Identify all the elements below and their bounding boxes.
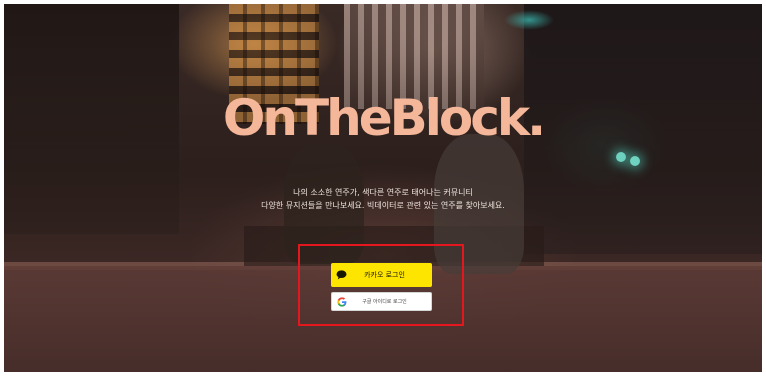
brand-logo: OnTheBlock. [222, 89, 546, 147]
tagline-line-2: 다양한 뮤지션들을 만나보세요. 빅데이터로 관련 있는 연주를 찾아보세요. [261, 201, 505, 210]
street-lamp [630, 156, 640, 166]
google-g-icon [332, 296, 352, 307]
kakao-login-label: 카카오 로그인 [364, 271, 405, 279]
street-lamp [616, 152, 626, 162]
kakao-login-button[interactable]: 카카오 로그인 [331, 263, 432, 287]
google-login-label: 구글 아이디로 로그인 [362, 299, 407, 305]
neon-sign-glow [504, 10, 554, 30]
tagline-line-1: 나의 소소한 연주가, 색다른 연주로 태어나는 커뮤니티 [293, 188, 473, 197]
speech-bubble-icon [331, 270, 351, 280]
google-login-button[interactable]: 구글 아이디로 로그인 [331, 292, 432, 311]
